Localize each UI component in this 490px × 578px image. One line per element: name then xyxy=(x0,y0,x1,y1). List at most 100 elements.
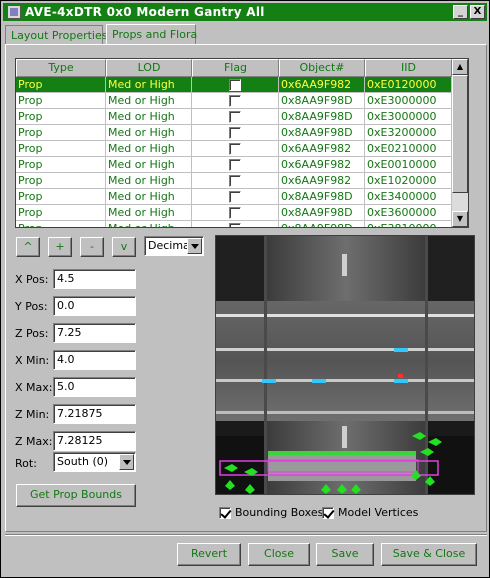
close-button[interactable]: Close xyxy=(248,543,310,566)
title-bar[interactable]: AVE-4xDTR 0x0 Modern Gantry All _ X xyxy=(3,3,487,21)
cell-flag[interactable] xyxy=(192,141,279,157)
cell-flag[interactable] xyxy=(192,205,279,221)
table-row[interactable]: Prop Med or High 0x6AA9F982 0xE1020000 xyxy=(16,173,452,189)
table-row[interactable]: Prop Med or High 0x8AA9F98D 0xE3400000 xyxy=(16,189,452,205)
revert-button[interactable]: Revert xyxy=(177,543,241,566)
number-format-select[interactable]: Decimal xyxy=(144,236,204,256)
window-title: AVE-4xDTR 0x0 Modern Gantry All xyxy=(25,5,265,19)
move-up-button[interactable]: ^ xyxy=(16,237,40,257)
z-max-label: Z Max: xyxy=(15,435,53,448)
x-max-field[interactable]: 5.0 xyxy=(53,377,136,397)
cell-type: Prop xyxy=(16,77,106,93)
bounding-boxes-checkbox[interactable] xyxy=(219,506,231,519)
y-pos-field[interactable]: 0.0 xyxy=(53,296,136,316)
cell-type: Prop xyxy=(16,157,106,173)
bounding-boxes-label: Bounding Boxes xyxy=(235,506,324,519)
cell-object: 0x6AA9F982 xyxy=(279,141,365,157)
cell-flag[interactable] xyxy=(192,221,279,227)
cell-flag[interactable] xyxy=(192,157,279,173)
cell-type: Prop xyxy=(16,173,106,189)
cell-lod: Med or High xyxy=(106,93,192,109)
model-vertices-label: Model Vertices xyxy=(338,506,419,519)
flag-checkbox[interactable] xyxy=(229,222,241,227)
bounding-boxes-toggle[interactable]: Bounding Boxes xyxy=(219,506,323,519)
save-and-close-button[interactable]: Save & Close xyxy=(381,543,477,566)
x-min-field[interactable]: 4.0 xyxy=(53,350,136,370)
table-row[interactable]: Prop Med or High 0x8AA9F98D 0xE3000000 xyxy=(16,93,452,109)
app-icon xyxy=(7,5,21,19)
cell-lod: Med or High xyxy=(106,157,192,173)
flag-checkbox[interactable] xyxy=(229,110,241,123)
rotation-label: Rot: xyxy=(15,457,37,470)
column-header-object[interactable]: Object# xyxy=(279,59,365,77)
table-row[interactable]: Prop Med or High 0x6AA9F982 0xE0120000 xyxy=(16,77,452,93)
cell-type: Prop xyxy=(16,189,106,205)
flag-checkbox[interactable] xyxy=(229,142,241,155)
column-header-iid[interactable]: IID xyxy=(365,59,452,77)
table-row[interactable]: Prop Med or High 0x8AA9F98D 0xE3600000 xyxy=(16,205,452,221)
cell-flag[interactable] xyxy=(192,109,279,125)
cell-flag[interactable] xyxy=(192,93,279,109)
lot-preview[interactable] xyxy=(215,235,475,495)
save-button[interactable]: Save xyxy=(316,543,374,566)
scroll-thumb[interactable] xyxy=(452,75,468,193)
flag-checkbox[interactable] xyxy=(229,206,241,219)
cell-iid: 0xE3000000 xyxy=(365,93,452,109)
cell-object: 0x8AA9F98D xyxy=(279,189,365,205)
scroll-down-button[interactable]: ▼ xyxy=(452,211,468,227)
cell-type: Prop xyxy=(16,141,106,157)
table-row[interactable]: Prop Med or High 0x8AA9F98D 0xE3200000 xyxy=(16,125,452,141)
flag-checkbox[interactable] xyxy=(229,78,241,91)
z-min-label: Z Min: xyxy=(15,408,50,421)
cell-iid: 0xE3600000 xyxy=(365,205,452,221)
column-header-flag[interactable]: Flag xyxy=(192,59,279,77)
remove-prop-button[interactable]: - xyxy=(80,237,104,257)
cell-object: 0x8AA9F98D xyxy=(279,205,365,221)
cell-flag[interactable] xyxy=(192,125,279,141)
cell-lod: Med or High xyxy=(106,141,192,157)
cell-type: Prop xyxy=(16,109,106,125)
cell-flag[interactable] xyxy=(192,77,279,93)
move-down-button[interactable]: v xyxy=(112,237,136,257)
z-pos-label: Z Pos: xyxy=(15,327,49,340)
flag-checkbox[interactable] xyxy=(229,174,241,187)
rotation-select[interactable]: South (0) xyxy=(53,452,136,472)
model-vertices-checkbox[interactable] xyxy=(322,506,334,519)
table-header: Type LOD Flag Object# IID xyxy=(16,59,452,77)
cell-object: 0x8AA9F98D xyxy=(279,109,365,125)
flag-checkbox[interactable] xyxy=(229,94,241,107)
tab-layout-properties[interactable]: Layout Properties xyxy=(5,25,107,45)
minimize-button[interactable]: _ xyxy=(453,5,468,19)
column-header-lod[interactable]: LOD xyxy=(106,59,192,77)
table-row[interactable]: PropMed or High 0x8AA9F98D0xE3810000 xyxy=(16,221,452,227)
add-prop-button[interactable]: + xyxy=(48,237,72,257)
model-vertices-toggle[interactable]: Model Vertices xyxy=(322,506,418,519)
get-prop-bounds-button[interactable]: Get Prop Bounds xyxy=(16,484,136,507)
table-row[interactable]: Prop Med or High 0x6AA9F982 0xE0010000 xyxy=(16,157,452,173)
z-max-field[interactable]: 7.28125 xyxy=(53,431,136,451)
cell-type: Prop xyxy=(16,221,106,227)
cell-object: 0x8AA9F98D xyxy=(279,125,365,141)
cell-flag[interactable] xyxy=(192,173,279,189)
cell-object: 0x8AA9F98D xyxy=(279,93,365,109)
table-row[interactable]: Prop Med or High 0x6AA9F982 0xE0210000 xyxy=(16,141,452,157)
chevron-down-icon[interactable] xyxy=(187,238,202,254)
column-header-type[interactable]: Type xyxy=(16,59,106,77)
x-pos-field[interactable]: 4.5 xyxy=(53,269,136,289)
close-window-button[interactable]: X xyxy=(470,5,485,19)
cell-object: 0x6AA9F982 xyxy=(279,173,365,189)
cell-lod: Med or High xyxy=(106,189,192,205)
z-pos-field[interactable]: 7.25 xyxy=(53,323,136,343)
table-scrollbar[interactable]: ▲ ▼ xyxy=(452,59,468,227)
flag-checkbox[interactable] xyxy=(229,190,241,203)
cell-type: Prop xyxy=(16,93,106,109)
z-min-field[interactable]: 7.21875 xyxy=(53,404,136,424)
cell-flag[interactable] xyxy=(192,189,279,205)
scroll-up-button[interactable]: ▲ xyxy=(452,59,468,75)
tab-props-and-flora[interactable]: Props and Flora xyxy=(106,24,197,45)
app-window: AVE-4xDTR 0x0 Modern Gantry All _ X Layo… xyxy=(0,0,490,578)
chevron-down-icon[interactable] xyxy=(119,454,134,470)
table-row[interactable]: Prop Med or High 0x8AA9F98D 0xE3000000 xyxy=(16,109,452,125)
flag-checkbox[interactable] xyxy=(229,126,241,139)
flag-checkbox[interactable] xyxy=(229,158,241,171)
